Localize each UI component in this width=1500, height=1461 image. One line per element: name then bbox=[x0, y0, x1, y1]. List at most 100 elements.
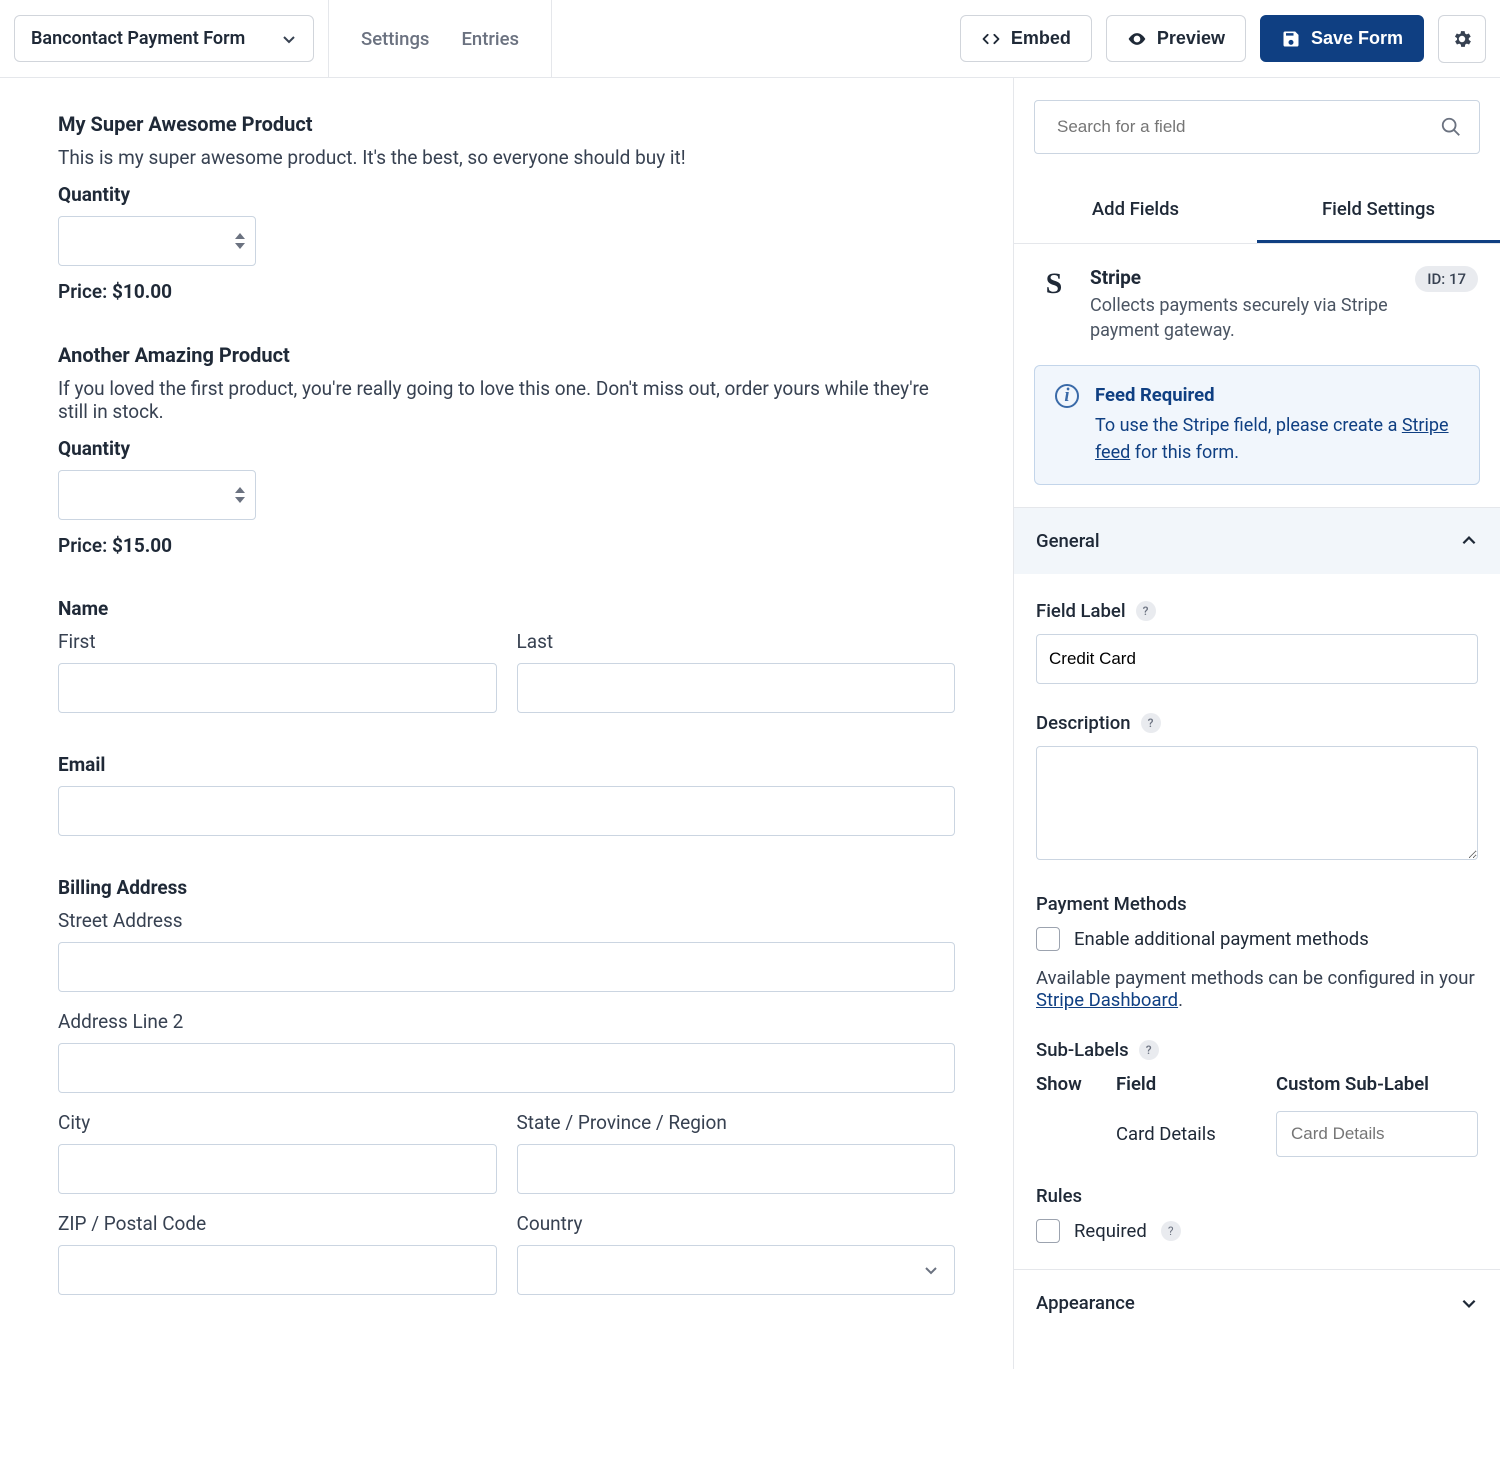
field-label-label: Field Label ? bbox=[1036, 600, 1478, 622]
save-button[interactable]: Save Form bbox=[1260, 15, 1424, 62]
payment-methods-label: Payment Methods bbox=[1036, 893, 1478, 915]
line2-input[interactable] bbox=[58, 1043, 955, 1093]
stepper-arrows[interactable] bbox=[234, 233, 246, 249]
city-input[interactable] bbox=[58, 1144, 497, 1194]
product-2-qty-label: Quantity bbox=[58, 437, 955, 460]
billing-label: Billing Address bbox=[58, 876, 955, 899]
sidebar: Add Fields Field Settings S Stripe Colle… bbox=[1014, 78, 1500, 1369]
product-1-price: Price: $10.00 bbox=[58, 280, 955, 303]
embed-button[interactable]: Embed bbox=[960, 15, 1092, 62]
product-2-price: Price: $15.00 bbox=[58, 534, 955, 557]
available-methods-text: Available payment methods can be configu… bbox=[1036, 967, 1478, 1011]
field-desc: Collects payments securely via Stripe pa… bbox=[1090, 293, 1397, 343]
gear-icon bbox=[1451, 28, 1473, 50]
save-icon bbox=[1281, 29, 1301, 49]
nav-links: Settings Entries bbox=[343, 28, 537, 50]
stripe-dashboard-link[interactable]: Stripe Dashboard bbox=[1036, 989, 1178, 1011]
product-2-desc: If you loved the first product, you're r… bbox=[58, 377, 955, 423]
form-canvas: My Super Awesome Product This is my supe… bbox=[0, 78, 1014, 1369]
zip-input[interactable] bbox=[58, 1245, 497, 1295]
sidebar-tabs: Add Fields Field Settings bbox=[1014, 178, 1500, 244]
appearance-title: Appearance bbox=[1036, 1292, 1135, 1314]
email-input[interactable] bbox=[58, 786, 955, 836]
product-1-qty-label: Quantity bbox=[58, 183, 955, 206]
first-name-input[interactable] bbox=[58, 663, 497, 713]
name-label: Name bbox=[58, 597, 955, 620]
notice-body: To use the Stripe field, please create a… bbox=[1095, 412, 1459, 466]
accordion-appearance-header[interactable]: Appearance bbox=[1014, 1269, 1500, 1336]
enable-additional-label: Enable additional payment methods bbox=[1074, 928, 1369, 950]
notice-title: Feed Required bbox=[1095, 384, 1459, 406]
product-2-title: Another Amazing Product bbox=[58, 343, 955, 367]
tab-field-settings[interactable]: Field Settings bbox=[1257, 178, 1500, 243]
form-selector-label: Bancontact Payment Form bbox=[31, 28, 245, 49]
help-icon[interactable]: ? bbox=[1139, 1040, 1159, 1060]
first-label: First bbox=[58, 630, 497, 653]
field-label-input[interactable] bbox=[1036, 634, 1478, 684]
accordion-general: General Field Label ? Description ? bbox=[1014, 507, 1500, 1269]
help-icon[interactable]: ? bbox=[1136, 601, 1156, 621]
nav-settings[interactable]: Settings bbox=[361, 28, 429, 50]
product-1-desc: This is my super awesome product. It's t… bbox=[58, 146, 955, 169]
email-field[interactable]: Email bbox=[58, 753, 955, 836]
chevron-down-icon bbox=[281, 31, 297, 47]
sublabel-header: Show Field Custom Sub-Label bbox=[1036, 1073, 1478, 1095]
country-label: Country bbox=[517, 1212, 956, 1235]
zip-label: ZIP / Postal Code bbox=[58, 1212, 497, 1235]
card-details-sublabel-input[interactable] bbox=[1276, 1111, 1478, 1157]
email-label: Email bbox=[58, 753, 955, 776]
last-name-input[interactable] bbox=[517, 663, 956, 713]
search-input[interactable] bbox=[1034, 100, 1480, 154]
save-label: Save Form bbox=[1311, 28, 1403, 49]
field-id-badge: ID: 17 bbox=[1415, 266, 1478, 292]
nav-entries[interactable]: Entries bbox=[461, 28, 519, 50]
required-checkbox[interactable] bbox=[1036, 1219, 1060, 1243]
stripe-icon: S bbox=[1036, 266, 1072, 302]
city-label: City bbox=[58, 1111, 497, 1134]
chevron-down-icon bbox=[1460, 1294, 1478, 1312]
enable-additional-checkbox[interactable] bbox=[1036, 927, 1060, 951]
country-select[interactable] bbox=[517, 1245, 956, 1295]
product-2-qty-input[interactable] bbox=[58, 470, 256, 520]
required-label: Required bbox=[1074, 1220, 1147, 1242]
card-details-field-label: Card Details bbox=[1116, 1123, 1256, 1145]
product-1-qty-input[interactable] bbox=[58, 216, 256, 266]
field-title: Stripe bbox=[1090, 266, 1397, 289]
billing-address-field[interactable]: Billing Address Street Address Address L… bbox=[58, 876, 955, 1295]
main: My Super Awesome Product This is my supe… bbox=[0, 78, 1500, 1369]
description-label: Description ? bbox=[1036, 712, 1478, 734]
feed-required-notice: i Feed Required To use the Stripe field,… bbox=[1034, 365, 1480, 485]
field-header: S Stripe Collects payments securely via … bbox=[1014, 244, 1500, 343]
form-selector-dropdown[interactable]: Bancontact Payment Form bbox=[14, 15, 314, 62]
chevron-up-icon bbox=[1460, 532, 1478, 550]
help-icon[interactable]: ? bbox=[1161, 1221, 1181, 1241]
accordion-general-header[interactable]: General bbox=[1014, 508, 1500, 574]
search-icon bbox=[1440, 116, 1462, 138]
preview-button[interactable]: Preview bbox=[1106, 15, 1246, 62]
stepper-arrows[interactable] bbox=[234, 487, 246, 503]
sub-labels-label: Sub-Labels ? bbox=[1036, 1039, 1478, 1061]
general-title: General bbox=[1036, 530, 1100, 552]
rules-label: Rules bbox=[1036, 1185, 1478, 1207]
settings-gear-button[interactable] bbox=[1438, 15, 1486, 63]
product-1-title: My Super Awesome Product bbox=[58, 112, 955, 136]
code-icon bbox=[981, 29, 1001, 49]
help-icon[interactable]: ? bbox=[1141, 713, 1161, 733]
topbar: Bancontact Payment Form Settings Entries… bbox=[0, 0, 1500, 78]
street-label: Street Address bbox=[58, 909, 955, 932]
product-field-1[interactable]: My Super Awesome Product This is my supe… bbox=[58, 112, 955, 303]
last-label: Last bbox=[517, 630, 956, 653]
tab-add-fields[interactable]: Add Fields bbox=[1014, 178, 1257, 243]
sublabel-row-card-details: Card Details bbox=[1036, 1111, 1478, 1157]
description-textarea[interactable] bbox=[1036, 746, 1478, 860]
preview-label: Preview bbox=[1157, 28, 1225, 49]
eye-icon bbox=[1127, 29, 1147, 49]
state-input[interactable] bbox=[517, 1144, 956, 1194]
name-field[interactable]: Name First Last bbox=[58, 597, 955, 713]
embed-label: Embed bbox=[1011, 28, 1071, 49]
state-label: State / Province / Region bbox=[517, 1111, 956, 1134]
street-input[interactable] bbox=[58, 942, 955, 992]
divider bbox=[551, 0, 552, 78]
info-icon: i bbox=[1055, 384, 1079, 408]
product-field-2[interactable]: Another Amazing Product If you loved the… bbox=[58, 343, 955, 557]
